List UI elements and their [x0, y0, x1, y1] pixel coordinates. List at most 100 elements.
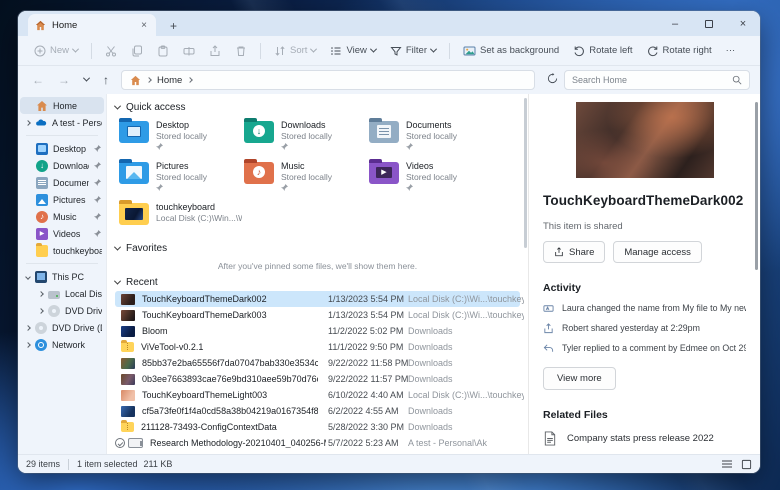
sidebar-item-label: Network: [52, 340, 102, 350]
share-button-toolbar[interactable]: [203, 41, 227, 61]
file-name: Bloom: [142, 326, 318, 336]
sidebar-item-documents[interactable]: Documents: [20, 174, 104, 191]
sidebar-item-dvd-drive-2[interactable]: DVD Drive (D:) CCC: [20, 319, 104, 336]
delete-button[interactable]: [229, 41, 253, 61]
videos-folder-icon: [369, 162, 399, 184]
file-date: 9/22/2022 11:58 PM: [328, 358, 408, 368]
documents-icon: [36, 177, 48, 189]
file-row[interactable]: TouchKeyboardThemeLight000 5/1/2022 11:3…: [115, 451, 520, 454]
details-pane: TouchKeyboardThemeDark002 This item is s…: [528, 94, 760, 454]
filter-button[interactable]: Filter: [384, 41, 442, 61]
breadcrumb-item-home[interactable]: Home: [157, 75, 182, 86]
sidebar-item-onedrive[interactable]: A test - Personal: [20, 114, 104, 131]
file-row[interactable]: TouchKeyboardThemeDark002 1/13/2023 5:54…: [115, 291, 520, 307]
sidebar-item-desktop[interactable]: Desktop: [20, 140, 104, 157]
rotate-right-button[interactable]: Rotate right: [641, 41, 718, 61]
rename-icon: [183, 45, 195, 57]
close-button[interactable]: ×: [726, 11, 760, 36]
file-row[interactable]: TouchKeyboardThemeLight003 6/10/2022 4:4…: [115, 387, 520, 403]
details-view-toggle-icon[interactable]: [721, 459, 733, 469]
file-name: TouchKeyboardThemeLight003: [142, 390, 318, 400]
status-separator: [68, 459, 69, 470]
file-row[interactable]: TouchKeyboardThemeDark003 1/13/2023 5:54…: [115, 307, 520, 323]
tile-subtitle: Stored locally: [156, 131, 207, 142]
thumbnail-view-toggle-icon[interactable]: [741, 459, 752, 470]
tile-documents[interactable]: DocumentsStored locally: [369, 117, 493, 155]
file-row[interactable]: 85bb37e2ba65556f7da07047bab330e3534c80a2…: [115, 355, 520, 371]
tile-desktop[interactable]: DesktopStored locally: [119, 117, 243, 155]
file-date: 6/2/2022 4:55 AM: [328, 406, 399, 416]
set-background-label: Set as background: [480, 45, 559, 56]
sidebar-item-downloads[interactable]: Downloads: [20, 157, 104, 174]
file-row[interactable]: ViVeTool-v0.2.1 11/1/2022 9:50 PM Downlo…: [115, 339, 520, 355]
file-row[interactable]: 211128-73493-ConfigContextData 5/28/2022…: [115, 419, 520, 435]
rename-button[interactable]: [177, 41, 201, 61]
file-date: 9/22/2022 11:57 PM: [328, 374, 408, 384]
recording-file-icon: [128, 438, 143, 448]
set-background-button[interactable]: Set as background: [457, 41, 565, 61]
reply-activity-icon: [543, 343, 554, 354]
sidebar-item-music[interactable]: Music: [20, 208, 104, 225]
file-date: 1/13/2023 5:54 PM: [328, 310, 404, 320]
refresh-button[interactable]: [543, 71, 562, 89]
sidebar-item-network[interactable]: Network: [20, 336, 104, 353]
sidebar-item-videos[interactable]: Videos: [20, 225, 104, 242]
tab-close-icon[interactable]: ×: [139, 20, 149, 31]
tile-pictures[interactable]: PicturesStored locally: [119, 158, 243, 196]
recent-locations-button[interactable]: [78, 71, 95, 89]
file-thumbnail-icon: [121, 310, 135, 321]
pin-icon: [94, 213, 101, 220]
details-scrollbar[interactable]: [755, 102, 758, 270]
file-row[interactable]: Bloom 11/2/2022 5:02 PM Downloads: [115, 323, 520, 339]
tile-subtitle: Stored locally: [281, 131, 332, 142]
breadcrumb[interactable]: Home: [121, 70, 535, 90]
file-thumbnail-icon: [121, 294, 135, 305]
sidebar-item-local-disk[interactable]: Local Disk (C:): [20, 285, 104, 302]
zip-folder-icon: [121, 422, 134, 432]
desktop-icon: [36, 143, 48, 155]
file-row[interactable]: cf5a73fe0f1f4a0cd58a38b04219a0167354f87f…: [115, 403, 520, 419]
sidebar-item-dvd-drive-1[interactable]: DVD Drive (D:) CC: [20, 302, 104, 319]
back-button[interactable]: ←: [26, 71, 50, 89]
sidebar-item-home[interactable]: Home: [20, 97, 104, 114]
view-more-button[interactable]: View more: [543, 367, 616, 390]
view-button[interactable]: View: [324, 41, 381, 61]
tile-music[interactable]: MusicStored locally: [244, 158, 368, 196]
tile-touchkeyboard[interactable]: touchkeyboardLocal Disk (C:)\Win...\Web: [119, 199, 243, 237]
tab-home[interactable]: Home ×: [28, 14, 156, 36]
content-scrollbar[interactable]: [524, 98, 527, 248]
rotate-left-button[interactable]: Rotate left: [567, 41, 638, 61]
tile-downloads[interactable]: DownloadsStored locally: [244, 117, 368, 155]
file-row[interactable]: 0b3ee7663893cae76e9bd310aee59b70d76cc476…: [115, 371, 520, 387]
maximize-button[interactable]: [692, 11, 726, 36]
sort-button[interactable]: Sort: [268, 41, 322, 61]
chevron-down-icon: [114, 278, 121, 285]
filter-icon: [390, 45, 402, 57]
related-file-item[interactable]: Company stats press release 2022: [543, 431, 746, 446]
sidebar-item-touchkeyboard[interactable]: touchkeyboard: [20, 242, 104, 259]
minimize-button[interactable]: –: [658, 11, 692, 36]
new-tab-button[interactable]: +: [166, 20, 181, 32]
forward-button[interactable]: →: [52, 71, 76, 89]
section-recent[interactable]: Recent: [115, 277, 528, 288]
copy-button[interactable]: [125, 41, 149, 61]
sidebar-item-this-pc[interactable]: This PC: [20, 268, 104, 285]
trash-icon: [235, 45, 247, 57]
share-button[interactable]: Share: [543, 241, 605, 263]
paste-button[interactable]: [151, 41, 175, 61]
more-options-button[interactable]: ···: [720, 41, 742, 60]
search-box[interactable]: [564, 70, 750, 90]
cut-button[interactable]: [99, 41, 123, 61]
search-input[interactable]: [572, 75, 732, 85]
manage-access-button[interactable]: Manage access: [613, 241, 702, 263]
file-row[interactable]: Research Methodology-20210401_040256-Mee…: [115, 435, 520, 451]
tile-name: Documents: [406, 120, 457, 131]
section-quick-access[interactable]: Quick access: [115, 102, 528, 113]
up-button[interactable]: ↑: [97, 71, 115, 89]
sidebar-item-pictures[interactable]: Pictures: [20, 191, 104, 208]
tile-videos[interactable]: VideosStored locally: [369, 158, 493, 196]
new-button[interactable]: New: [28, 41, 84, 61]
tab-title: Home: [52, 20, 133, 31]
file-location: Downloads: [408, 342, 524, 352]
section-favorites[interactable]: Favorites: [115, 243, 528, 254]
